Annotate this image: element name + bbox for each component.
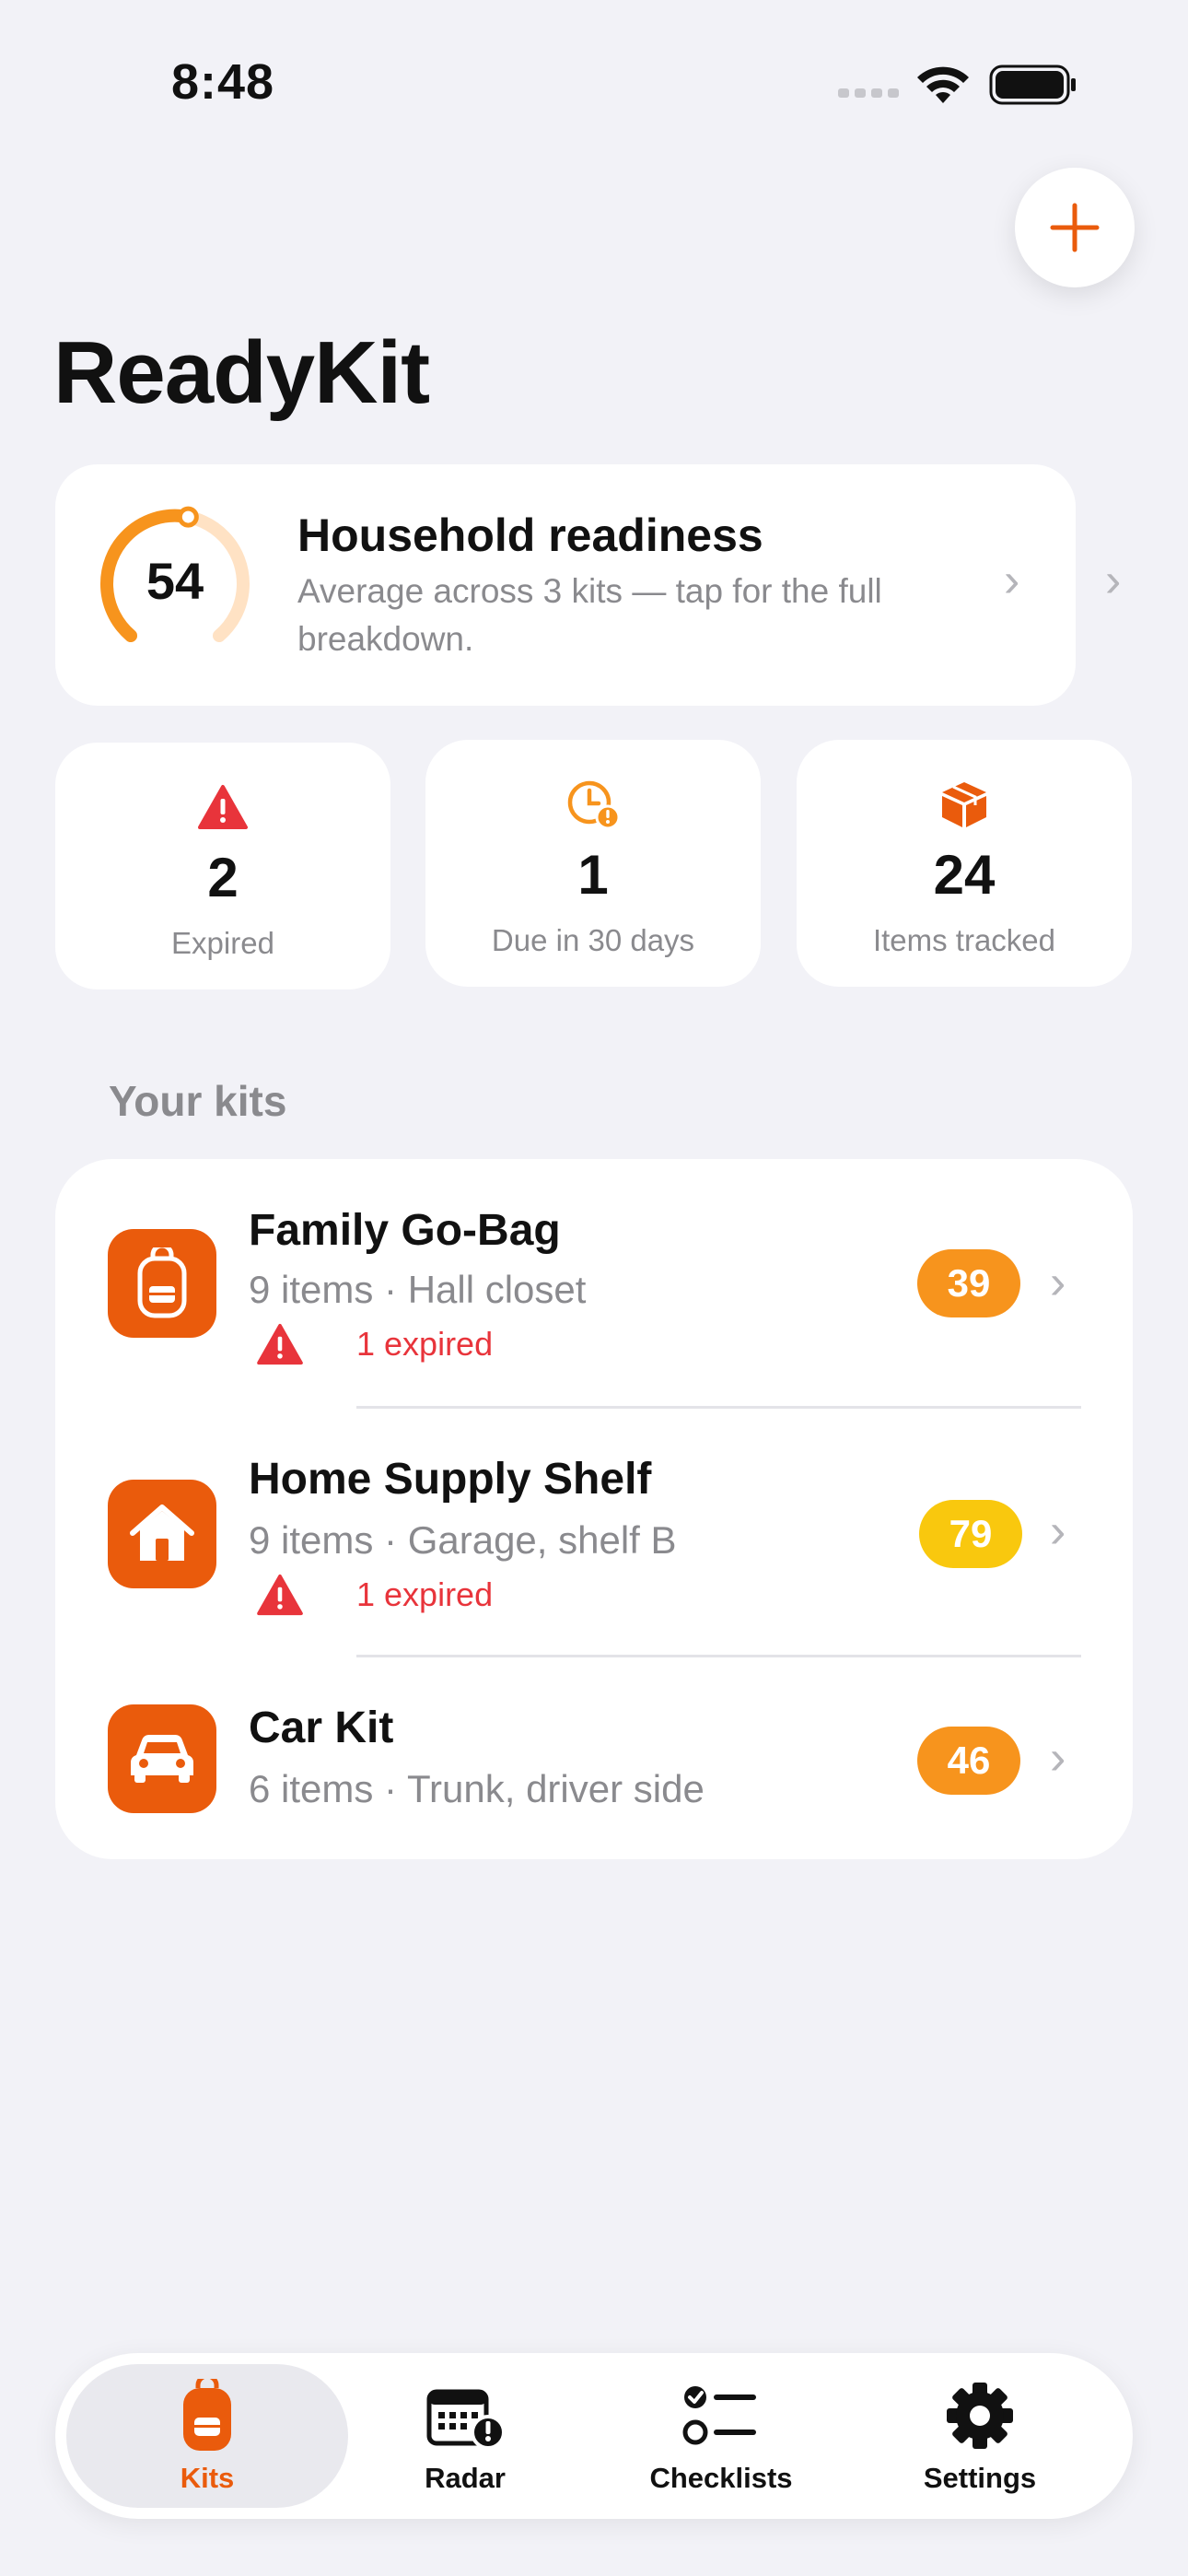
checklist-icon xyxy=(682,2379,760,2453)
tab-label: Settings xyxy=(923,2462,1037,2494)
chevron-right-icon[interactable]: › xyxy=(1105,553,1121,608)
kit-name: Family Go-Bag xyxy=(249,1206,561,1255)
stat-value: 2 xyxy=(207,847,239,908)
add-kit-button[interactable] xyxy=(1015,168,1135,287)
wifi-icon xyxy=(917,66,969,103)
kit-meta: 6 items · Trunk, driver side xyxy=(249,1767,705,1810)
stat-value: 1 xyxy=(577,844,609,906)
kit-score-badge: 79 xyxy=(919,1500,1022,1568)
backpack-icon xyxy=(108,1229,216,1338)
tab-checklists[interactable]: Checklists xyxy=(601,2379,841,2495)
kit-score-badge: 46 xyxy=(917,1727,1020,1795)
backpack-icon xyxy=(180,2379,235,2453)
warning-triangle-icon xyxy=(197,779,249,835)
battery-icon xyxy=(989,64,1076,105)
calendar-alert-icon xyxy=(424,2379,507,2453)
status-icons xyxy=(838,64,1077,105)
tab-radar[interactable]: Radar xyxy=(345,2379,585,2495)
section-title: Your kits xyxy=(109,1077,287,1125)
house-icon xyxy=(108,1480,216,1588)
page-title: ReadyKit xyxy=(53,323,430,422)
box-icon xyxy=(939,777,989,832)
readiness-subtitle: Average across 3 kits — tap for the full… xyxy=(297,572,882,658)
stat-items-tracked[interactable]: 24 Items tracked xyxy=(797,740,1132,987)
plus-icon xyxy=(1050,203,1100,252)
signal-dots-icon xyxy=(838,88,899,98)
kit-score-badge: 39 xyxy=(917,1249,1020,1317)
stat-value: 24 xyxy=(933,844,996,906)
divider xyxy=(356,1406,1081,1409)
status-time: 8:48 xyxy=(171,54,275,110)
stat-due-soon[interactable]: 1 Due in 30 days xyxy=(425,740,761,987)
chevron-right-icon: › xyxy=(1050,1505,1066,1558)
kit-warning: 1 expired xyxy=(356,1575,494,1613)
kit-name: Home Supply Shelf xyxy=(249,1455,652,1504)
readiness-score: 54 xyxy=(146,552,204,610)
divider xyxy=(356,1655,1081,1657)
gear-icon xyxy=(945,2379,1015,2453)
tab-label: Kits xyxy=(180,2462,235,2494)
kit-name: Car Kit xyxy=(249,1704,394,1752)
warning-triangle-icon xyxy=(256,1574,304,1621)
chevron-right-icon: › xyxy=(1050,1256,1066,1309)
chevron-right-icon: › xyxy=(1050,1731,1066,1785)
tab-settings[interactable]: Settings xyxy=(860,2379,1100,2495)
kit-meta: 9 items · Garage, shelf B xyxy=(249,1518,677,1562)
tab-label: Radar xyxy=(425,2462,506,2494)
warning-triangle-icon xyxy=(256,1323,304,1370)
chevron-right-icon: › xyxy=(1004,554,1020,607)
kit-warning: 1 expired xyxy=(356,1325,494,1363)
readiness-title: Household readiness xyxy=(297,509,763,561)
stat-label: Expired xyxy=(171,926,274,960)
car-icon xyxy=(108,1704,216,1813)
kit-meta: 9 items · Hall closet xyxy=(249,1268,587,1311)
stat-label: Due in 30 days xyxy=(491,923,695,957)
stat-label: Items tracked xyxy=(872,923,1056,957)
tab-kits[interactable]: Kits xyxy=(87,2379,327,2495)
clock-alert-icon xyxy=(565,777,621,832)
tab-label: Checklists xyxy=(649,2462,793,2494)
stat-expired[interactable]: 2 Expired xyxy=(55,743,390,989)
